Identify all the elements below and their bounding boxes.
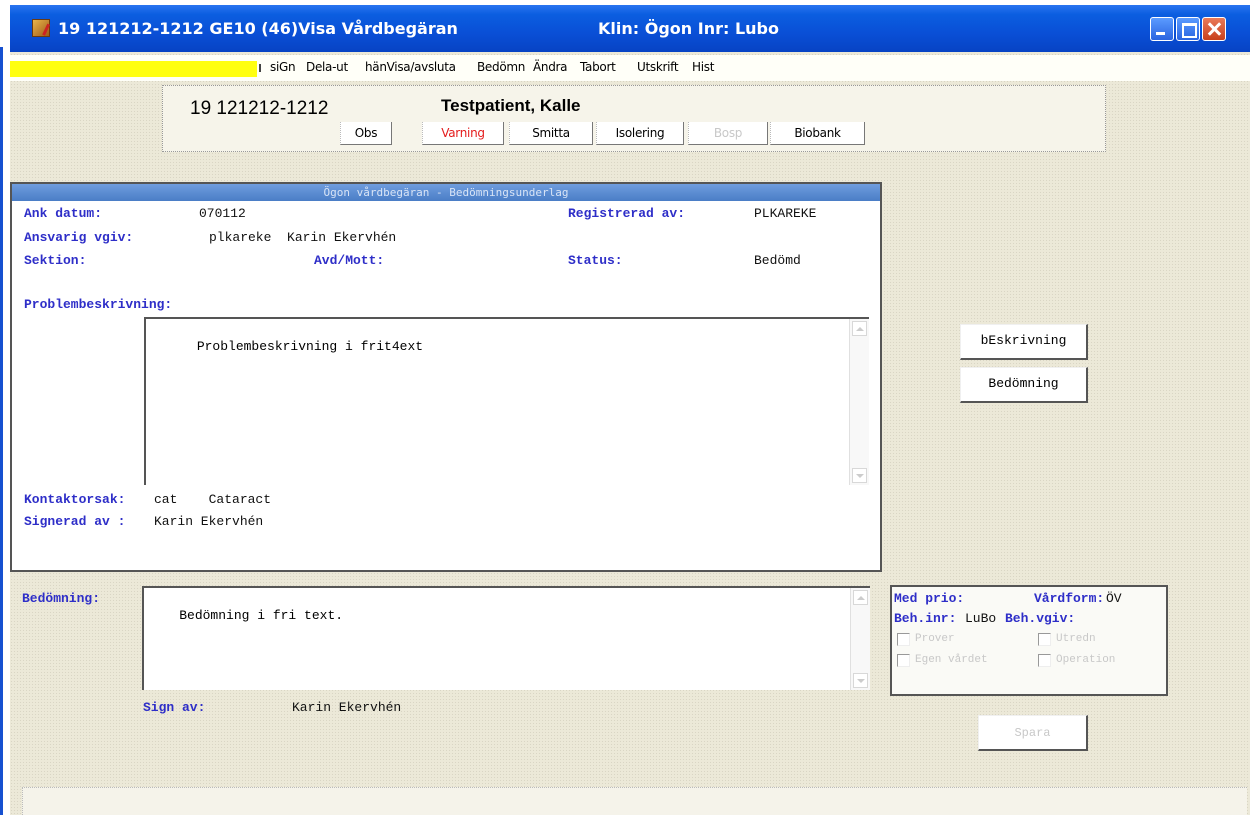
prover-label: Prover [915, 633, 955, 645]
flag-isolering-button[interactable]: Isolering [596, 122, 684, 145]
patient-id: 19 121212-1212 [190, 98, 329, 119]
maximize-button[interactable] [1176, 17, 1200, 41]
menu-andra[interactable]: Ändra [533, 60, 568, 74]
utredn-label: Utredn [1056, 633, 1096, 645]
med-prio-label: Med prio: [894, 591, 965, 606]
status-value: Bedömd [754, 253, 801, 268]
ansvarig-value: plkareke Karin Ekervhén [209, 230, 397, 245]
ank-datum-label: Ank datum: [24, 206, 103, 221]
scroll-down-icon[interactable] [853, 673, 868, 688]
beh-inr-label: Beh.inr: [894, 611, 957, 626]
referral-panel: Ögon vårdbegäran - Bedömningsunderlag An… [10, 182, 882, 572]
bedomning-button[interactable]: Bedömning [960, 367, 1088, 403]
operation-label: Operation [1056, 654, 1116, 666]
app-icon[interactable] [32, 19, 50, 37]
ank-datum-value: 070112 [199, 206, 246, 221]
problembeskrivning-text: Problembeskrivning i frit4ext [196, 339, 424, 354]
signerad-value: Karin Ekervhén [154, 514, 264, 529]
beh-inr-value: LuBo [965, 611, 997, 626]
patient-name: Testpatient, Kalle [441, 96, 581, 115]
avd-mott-label: Avd/Mott: [314, 253, 385, 268]
menu-hist[interactable]: Hist [692, 60, 714, 74]
menu-bar: siGn Dela-ut hänVisa/avsluta Bedömn Ändr… [10, 55, 1250, 81]
registrerad-label: Registrerad av: [568, 206, 686, 221]
menu-dela-ut[interactable]: Dela-ut [306, 60, 348, 74]
minimize-icon [1151, 18, 1173, 40]
menu-hanvisa-avsluta[interactable]: hänVisa/avsluta [365, 60, 456, 74]
menu-bedomn[interactable]: Bedömn [477, 60, 525, 74]
operation-checkbox [1038, 654, 1051, 667]
beh-vgiv-label: Beh.vgiv: [1005, 611, 1076, 626]
menu-tabort[interactable]: Tabort [580, 60, 616, 74]
flag-biobank-button[interactable]: Biobank [770, 122, 865, 145]
registrerad-value: PLKAREKE [754, 206, 817, 221]
patient-header: 19 121212-1212 Testpatient, Kalle Obs Va… [162, 85, 1106, 152]
problembeskrivning-label: Problembeskrivning: [24, 297, 173, 312]
maximize-icon [1177, 18, 1199, 40]
scroll-up-icon[interactable] [853, 590, 868, 605]
vardform-label: Vårdform: [1034, 591, 1105, 606]
problembeskrivning-textarea[interactable]: Problembeskrivning i frit4ext [144, 317, 869, 485]
sektion-label: Sektion: [24, 253, 87, 268]
bedomning-scrollbar[interactable] [850, 588, 870, 690]
spara-button: Spara [978, 715, 1088, 751]
bedomning-label: Bedömning: [22, 591, 101, 606]
status-label: Status: [568, 253, 623, 268]
window-title: 19 121212-1212 GE10 (46)Visa Vårdbegäran [58, 19, 458, 38]
flag-obs-button[interactable]: Obs [340, 122, 392, 145]
beskrivning-button[interactable]: bEskrivning [960, 324, 1088, 360]
close-button[interactable] [1202, 17, 1226, 41]
kontaktorsak-label: Kontaktorsak: [24, 492, 126, 507]
priority-panel: Med prio: Vårdform: ÖV Beh.inr: LuBo Beh… [890, 585, 1168, 696]
menu-sign[interactable]: siGn [270, 60, 296, 74]
scroll-up-icon[interactable] [852, 321, 867, 336]
vardform-value: ÖV [1106, 591, 1122, 606]
egen-vardet-checkbox [897, 654, 910, 667]
scroll-down-icon[interactable] [852, 468, 867, 483]
ansvarig-label: Ansvarig vgiv: [24, 230, 134, 245]
highlight-field [10, 61, 257, 77]
menu-separator [259, 64, 261, 72]
sign-av-value: Karin Ekervhén [292, 700, 402, 715]
close-icon [1203, 18, 1225, 40]
minimize-button[interactable] [1150, 17, 1174, 41]
application-window: 19 121212-1212 GE10 (46)Visa Vårdbegäran… [10, 5, 1250, 815]
signerad-label: Signerad av : [24, 514, 126, 529]
flag-bosp-button: Bosp [688, 122, 768, 145]
flag-varning-button[interactable]: Varning [422, 122, 504, 145]
utredn-checkbox [1038, 633, 1051, 646]
flag-smitta-button[interactable]: Smitta [509, 122, 593, 145]
title-bar[interactable]: 19 121212-1212 GE10 (46)Visa Vårdbegäran… [10, 5, 1250, 52]
menu-utskrift[interactable]: Utskrift [637, 60, 679, 74]
kontaktorsak-value: cat Cataract [154, 492, 272, 507]
panel-header: Ögon vårdbegäran - Bedömningsunderlag [12, 184, 880, 201]
bedomning-textarea[interactable]: Bedömning i fri text. [142, 586, 870, 690]
prover-checkbox [897, 633, 910, 646]
window-border [0, 47, 3, 815]
clinic-info: Klin: Ögon Inr: Lubo [598, 19, 779, 38]
bedomning-text: Bedömning i fri text. [179, 608, 344, 623]
egen-vardet-label: Egen vårdet [915, 654, 988, 666]
sign-av-label: Sign av: [143, 700, 206, 715]
problem-scrollbar[interactable] [849, 319, 869, 485]
status-bar [22, 787, 1247, 815]
